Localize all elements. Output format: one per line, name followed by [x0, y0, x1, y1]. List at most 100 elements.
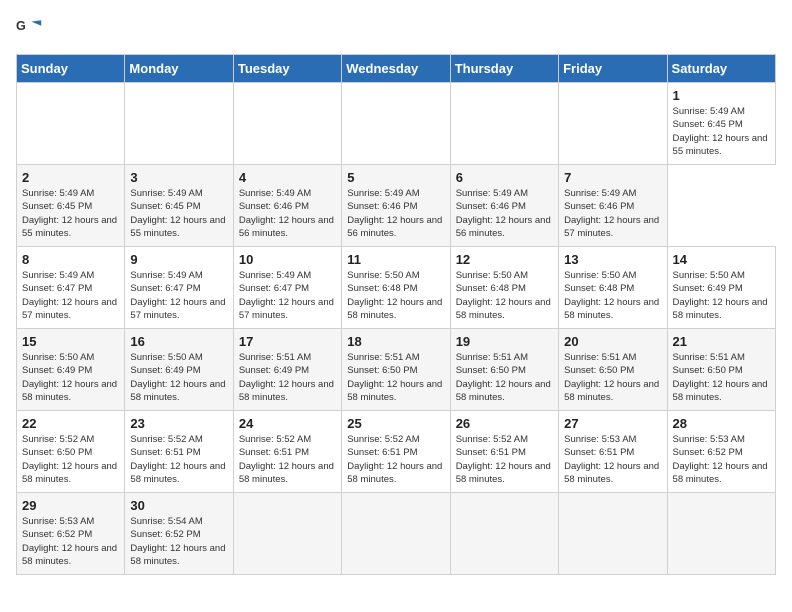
calendar-cell: 16 Sunrise: 5:50 AMSunset: 6:49 PMDaylig…: [125, 329, 233, 411]
day-number: 14: [673, 252, 770, 267]
day-info: Sunrise: 5:49 AMSunset: 6:47 PMDaylight:…: [22, 270, 117, 321]
day-info: Sunrise: 5:51 AMSunset: 6:50 PMDaylight:…: [673, 352, 768, 403]
day-number: 1: [673, 88, 770, 103]
day-number: 4: [239, 170, 336, 185]
calendar-cell: [342, 493, 450, 575]
day-number: 24: [239, 416, 336, 431]
day-number: 30: [130, 498, 227, 513]
calendar-cell: 5 Sunrise: 5:49 AMSunset: 6:46 PMDayligh…: [342, 165, 450, 247]
day-number: 27: [564, 416, 661, 431]
day-info: Sunrise: 5:52 AMSunset: 6:51 PMDaylight:…: [130, 434, 225, 485]
calendar-cell: 20 Sunrise: 5:51 AMSunset: 6:50 PMDaylig…: [559, 329, 667, 411]
day-info: Sunrise: 5:51 AMSunset: 6:50 PMDaylight:…: [564, 352, 659, 403]
calendar-cell: [450, 493, 558, 575]
day-header-monday: Monday: [125, 55, 233, 83]
calendar-cell: 17 Sunrise: 5:51 AMSunset: 6:49 PMDaylig…: [233, 329, 341, 411]
calendar-cell: [559, 83, 667, 165]
day-number: 20: [564, 334, 661, 349]
calendar-week-row: 1 Sunrise: 5:49 AMSunset: 6:45 PMDayligh…: [17, 83, 776, 165]
calendar-week-row: 8 Sunrise: 5:49 AMSunset: 6:47 PMDayligh…: [17, 247, 776, 329]
calendar-cell: 11 Sunrise: 5:50 AMSunset: 6:48 PMDaylig…: [342, 247, 450, 329]
calendar-week-row: 15 Sunrise: 5:50 AMSunset: 6:49 PMDaylig…: [17, 329, 776, 411]
calendar-cell: 2 Sunrise: 5:49 AMSunset: 6:45 PMDayligh…: [17, 165, 125, 247]
day-info: Sunrise: 5:50 AMSunset: 6:49 PMDaylight:…: [673, 270, 768, 321]
day-header-tuesday: Tuesday: [233, 55, 341, 83]
day-number: 8: [22, 252, 119, 267]
day-info: Sunrise: 5:49 AMSunset: 6:45 PMDaylight:…: [130, 188, 225, 239]
day-info: Sunrise: 5:52 AMSunset: 6:50 PMDaylight:…: [22, 434, 117, 485]
day-info: Sunrise: 5:50 AMSunset: 6:48 PMDaylight:…: [564, 270, 659, 321]
calendar-table: SundayMondayTuesdayWednesdayThursdayFrid…: [16, 54, 776, 575]
day-info: Sunrise: 5:51 AMSunset: 6:49 PMDaylight:…: [239, 352, 334, 403]
day-info: Sunrise: 5:49 AMSunset: 6:46 PMDaylight:…: [456, 188, 551, 239]
calendar-cell: 30 Sunrise: 5:54 AMSunset: 6:52 PMDaylig…: [125, 493, 233, 575]
day-info: Sunrise: 5:50 AMSunset: 6:48 PMDaylight:…: [456, 270, 551, 321]
day-info: Sunrise: 5:52 AMSunset: 6:51 PMDaylight:…: [239, 434, 334, 485]
day-header-wednesday: Wednesday: [342, 55, 450, 83]
day-info: Sunrise: 5:49 AMSunset: 6:45 PMDaylight:…: [22, 188, 117, 239]
day-number: 26: [456, 416, 553, 431]
calendar-cell: 23 Sunrise: 5:52 AMSunset: 6:51 PMDaylig…: [125, 411, 233, 493]
calendar-cell: [125, 83, 233, 165]
calendar-cell: 18 Sunrise: 5:51 AMSunset: 6:50 PMDaylig…: [342, 329, 450, 411]
calendar-cell: 1 Sunrise: 5:49 AMSunset: 6:45 PMDayligh…: [667, 83, 775, 165]
day-number: 23: [130, 416, 227, 431]
day-number: 6: [456, 170, 553, 185]
calendar-cell: 4 Sunrise: 5:49 AMSunset: 6:46 PMDayligh…: [233, 165, 341, 247]
day-info: Sunrise: 5:51 AMSunset: 6:50 PMDaylight:…: [456, 352, 551, 403]
day-number: 19: [456, 334, 553, 349]
day-header-friday: Friday: [559, 55, 667, 83]
day-number: 18: [347, 334, 444, 349]
day-number: 5: [347, 170, 444, 185]
day-header-saturday: Saturday: [667, 55, 775, 83]
day-info: Sunrise: 5:54 AMSunset: 6:52 PMDaylight:…: [130, 516, 225, 567]
day-number: 21: [673, 334, 770, 349]
calendar-cell: 28 Sunrise: 5:53 AMSunset: 6:52 PMDaylig…: [667, 411, 775, 493]
day-number: 28: [673, 416, 770, 431]
day-info: Sunrise: 5:52 AMSunset: 6:51 PMDaylight:…: [347, 434, 442, 485]
day-info: Sunrise: 5:51 AMSunset: 6:50 PMDaylight:…: [347, 352, 442, 403]
day-number: 3: [130, 170, 227, 185]
calendar-cell: [450, 83, 558, 165]
day-header-sunday: Sunday: [17, 55, 125, 83]
calendar-cell: [559, 493, 667, 575]
day-number: 10: [239, 252, 336, 267]
day-info: Sunrise: 5:50 AMSunset: 6:48 PMDaylight:…: [347, 270, 442, 321]
day-number: 11: [347, 252, 444, 267]
day-info: Sunrise: 5:49 AMSunset: 6:45 PMDaylight:…: [673, 106, 768, 157]
day-number: 25: [347, 416, 444, 431]
day-info: Sunrise: 5:53 AMSunset: 6:51 PMDaylight:…: [564, 434, 659, 485]
calendar-cell: 25 Sunrise: 5:52 AMSunset: 6:51 PMDaylig…: [342, 411, 450, 493]
calendar-cell: 10 Sunrise: 5:49 AMSunset: 6:47 PMDaylig…: [233, 247, 341, 329]
calendar-cell: 27 Sunrise: 5:53 AMSunset: 6:51 PMDaylig…: [559, 411, 667, 493]
logo-icon: G: [16, 16, 44, 44]
day-number: 16: [130, 334, 227, 349]
calendar-cell: [667, 493, 775, 575]
calendar-cell: 7 Sunrise: 5:49 AMSunset: 6:46 PMDayligh…: [559, 165, 667, 247]
day-info: Sunrise: 5:49 AMSunset: 6:46 PMDaylight:…: [239, 188, 334, 239]
calendar-cell: 24 Sunrise: 5:52 AMSunset: 6:51 PMDaylig…: [233, 411, 341, 493]
day-info: Sunrise: 5:49 AMSunset: 6:47 PMDaylight:…: [239, 270, 334, 321]
day-number: 9: [130, 252, 227, 267]
calendar-week-row: 22 Sunrise: 5:52 AMSunset: 6:50 PMDaylig…: [17, 411, 776, 493]
calendar-cell: 21 Sunrise: 5:51 AMSunset: 6:50 PMDaylig…: [667, 329, 775, 411]
day-header-thursday: Thursday: [450, 55, 558, 83]
day-number: 17: [239, 334, 336, 349]
day-number: 7: [564, 170, 661, 185]
day-info: Sunrise: 5:49 AMSunset: 6:46 PMDaylight:…: [564, 188, 659, 239]
calendar-cell: 19 Sunrise: 5:51 AMSunset: 6:50 PMDaylig…: [450, 329, 558, 411]
calendar-cell: [233, 493, 341, 575]
logo: G: [16, 16, 48, 44]
svg-text:G: G: [16, 19, 26, 33]
day-info: Sunrise: 5:53 AMSunset: 6:52 PMDaylight:…: [22, 516, 117, 567]
day-info: Sunrise: 5:52 AMSunset: 6:51 PMDaylight:…: [456, 434, 551, 485]
day-info: Sunrise: 5:50 AMSunset: 6:49 PMDaylight:…: [22, 352, 117, 403]
day-info: Sunrise: 5:50 AMSunset: 6:49 PMDaylight:…: [130, 352, 225, 403]
day-info: Sunrise: 5:49 AMSunset: 6:47 PMDaylight:…: [130, 270, 225, 321]
page-header: G: [16, 16, 776, 44]
calendar-week-row: 29 Sunrise: 5:53 AMSunset: 6:52 PMDaylig…: [17, 493, 776, 575]
day-number: 13: [564, 252, 661, 267]
day-number: 12: [456, 252, 553, 267]
calendar-cell: 14 Sunrise: 5:50 AMSunset: 6:49 PMDaylig…: [667, 247, 775, 329]
calendar-week-row: 2 Sunrise: 5:49 AMSunset: 6:45 PMDayligh…: [17, 165, 776, 247]
